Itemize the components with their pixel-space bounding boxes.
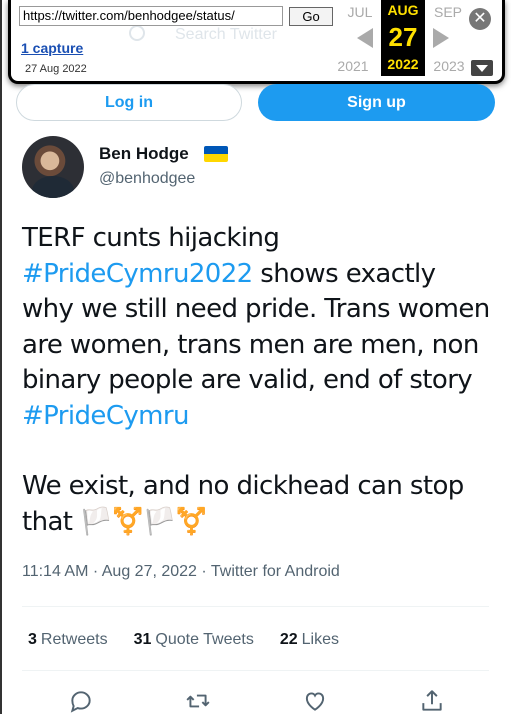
tweet-text: TERF cunts hijacking #PrideCymru2022 sho… [22,221,492,540]
ghost-search-text: Search Twitter [175,26,277,43]
reply-icon[interactable] [68,688,94,714]
share-icon[interactable] [419,688,445,714]
likes-count: 22 [279,631,298,648]
prev-capture-arrow-icon[interactable] [357,28,373,48]
prev-month-link[interactable]: JUL [339,4,381,20]
next-capture-arrow-icon[interactable] [433,28,449,48]
close-icon[interactable]: ✕ [469,8,491,30]
tweet-paragraph-2: We exist, and no dickhead can stop that … [22,471,464,537]
tweet-meta: 11:14 AM · Aug 27, 2022 · Twitter for An… [22,563,340,580]
divider [22,670,489,671]
quotes-stat[interactable]: 31 Quote Tweets [134,631,254,649]
retweets-count: 3 [28,631,37,648]
current-date-panel: AUG 27 2022 [381,0,425,76]
tweet-paragraph-1: TERF cunts hijacking #PrideCymru2022 sho… [22,221,492,434]
retweet-icon[interactable] [185,688,211,714]
wayback-url-input[interactable]: https://twitter.com/benhodgee/status/ [19,6,283,26]
wayback-go-button[interactable]: Go [289,7,333,26]
current-month: AUG [387,2,419,18]
next-month-link[interactable]: SEP [427,4,469,20]
current-day: 27 [388,22,418,52]
tweet-actions [22,688,489,714]
author-name[interactable]: Ben Hodge [99,144,189,164]
author-handle[interactable]: @benhodgee [99,170,195,188]
ukraine-flag-icon [204,146,228,162]
tweet-stats: 3 Retweets 31 Quote Tweets 22 Likes [28,631,339,649]
wayback-toolbar: Search Twitter https://twitter.com/benho… [8,0,505,84]
prev-year-link[interactable]: 2021 [329,58,377,74]
quotes-count: 31 [133,631,152,648]
like-icon[interactable] [302,688,328,714]
signup-button[interactable]: Sign up [258,84,495,121]
login-button[interactable]: Log in [16,84,242,121]
captures-link[interactable]: 1 capture [21,40,83,56]
collapse-icon[interactable] [471,60,493,76]
search-icon [129,25,145,41]
capture-date: 27 Aug 2022 [25,63,87,75]
likes-stat[interactable]: 22 Likes [280,631,339,649]
retweets-label: Retweets [40,631,108,648]
hashtag-link[interactable]: #PrideCymru [22,401,189,431]
current-year: 2022 [387,56,419,72]
hashtag-link[interactable]: #PrideCymru2022 [22,259,253,289]
next-year-link[interactable]: 2023 [425,58,473,74]
avatar[interactable] [22,136,84,198]
divider [22,606,489,607]
likes-label: Likes [301,631,339,648]
tweet-text-segment: TERF cunts hijacking [22,223,280,253]
window-edge [0,0,2,714]
quotes-label: Quote Tweets [155,631,254,648]
retweets-stat[interactable]: 3 Retweets [28,631,108,649]
